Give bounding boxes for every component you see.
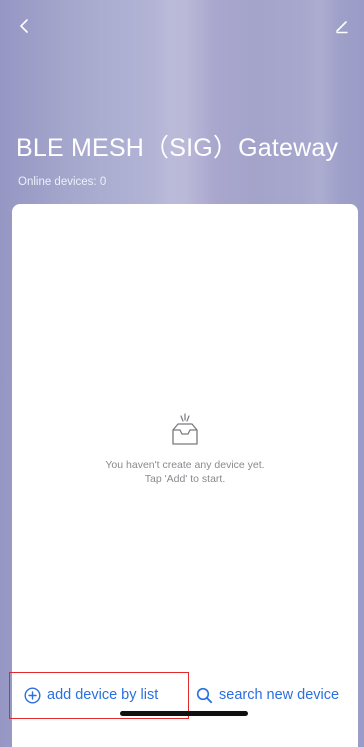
empty-hint: Tap 'Add' to start.: [144, 473, 226, 485]
device-list-card: You haven't create any device yet. Tap '…: [12, 204, 358, 747]
plus-circle-icon: [24, 686, 41, 704]
search-new-device-label: search new device: [219, 687, 340, 703]
page-title: BLE MESH（SIG）Gateway: [16, 134, 339, 162]
search-icon: [196, 687, 213, 703]
add-device-by-list-label: add device by list: [47, 687, 159, 703]
back-button[interactable]: [10, 12, 38, 40]
chevron-left-icon: [20, 19, 28, 33]
pencil-icon: [336, 21, 348, 34]
bottom-action-bar: add device by list search new device: [0, 672, 364, 747]
empty-inbox-icon: [172, 413, 198, 445]
home-indicator[interactable]: [120, 711, 248, 716]
empty-state: You haven't create any device yet. Tap '…: [12, 412, 358, 486]
edit-button[interactable]: [328, 12, 356, 40]
empty-message: You haven't create any device yet.: [105, 459, 265, 471]
online-devices-count: Online devices: 0: [18, 176, 107, 188]
screen: BLE MESH（SIG）Gateway Online devices: 0 Y…: [0, 0, 364, 747]
